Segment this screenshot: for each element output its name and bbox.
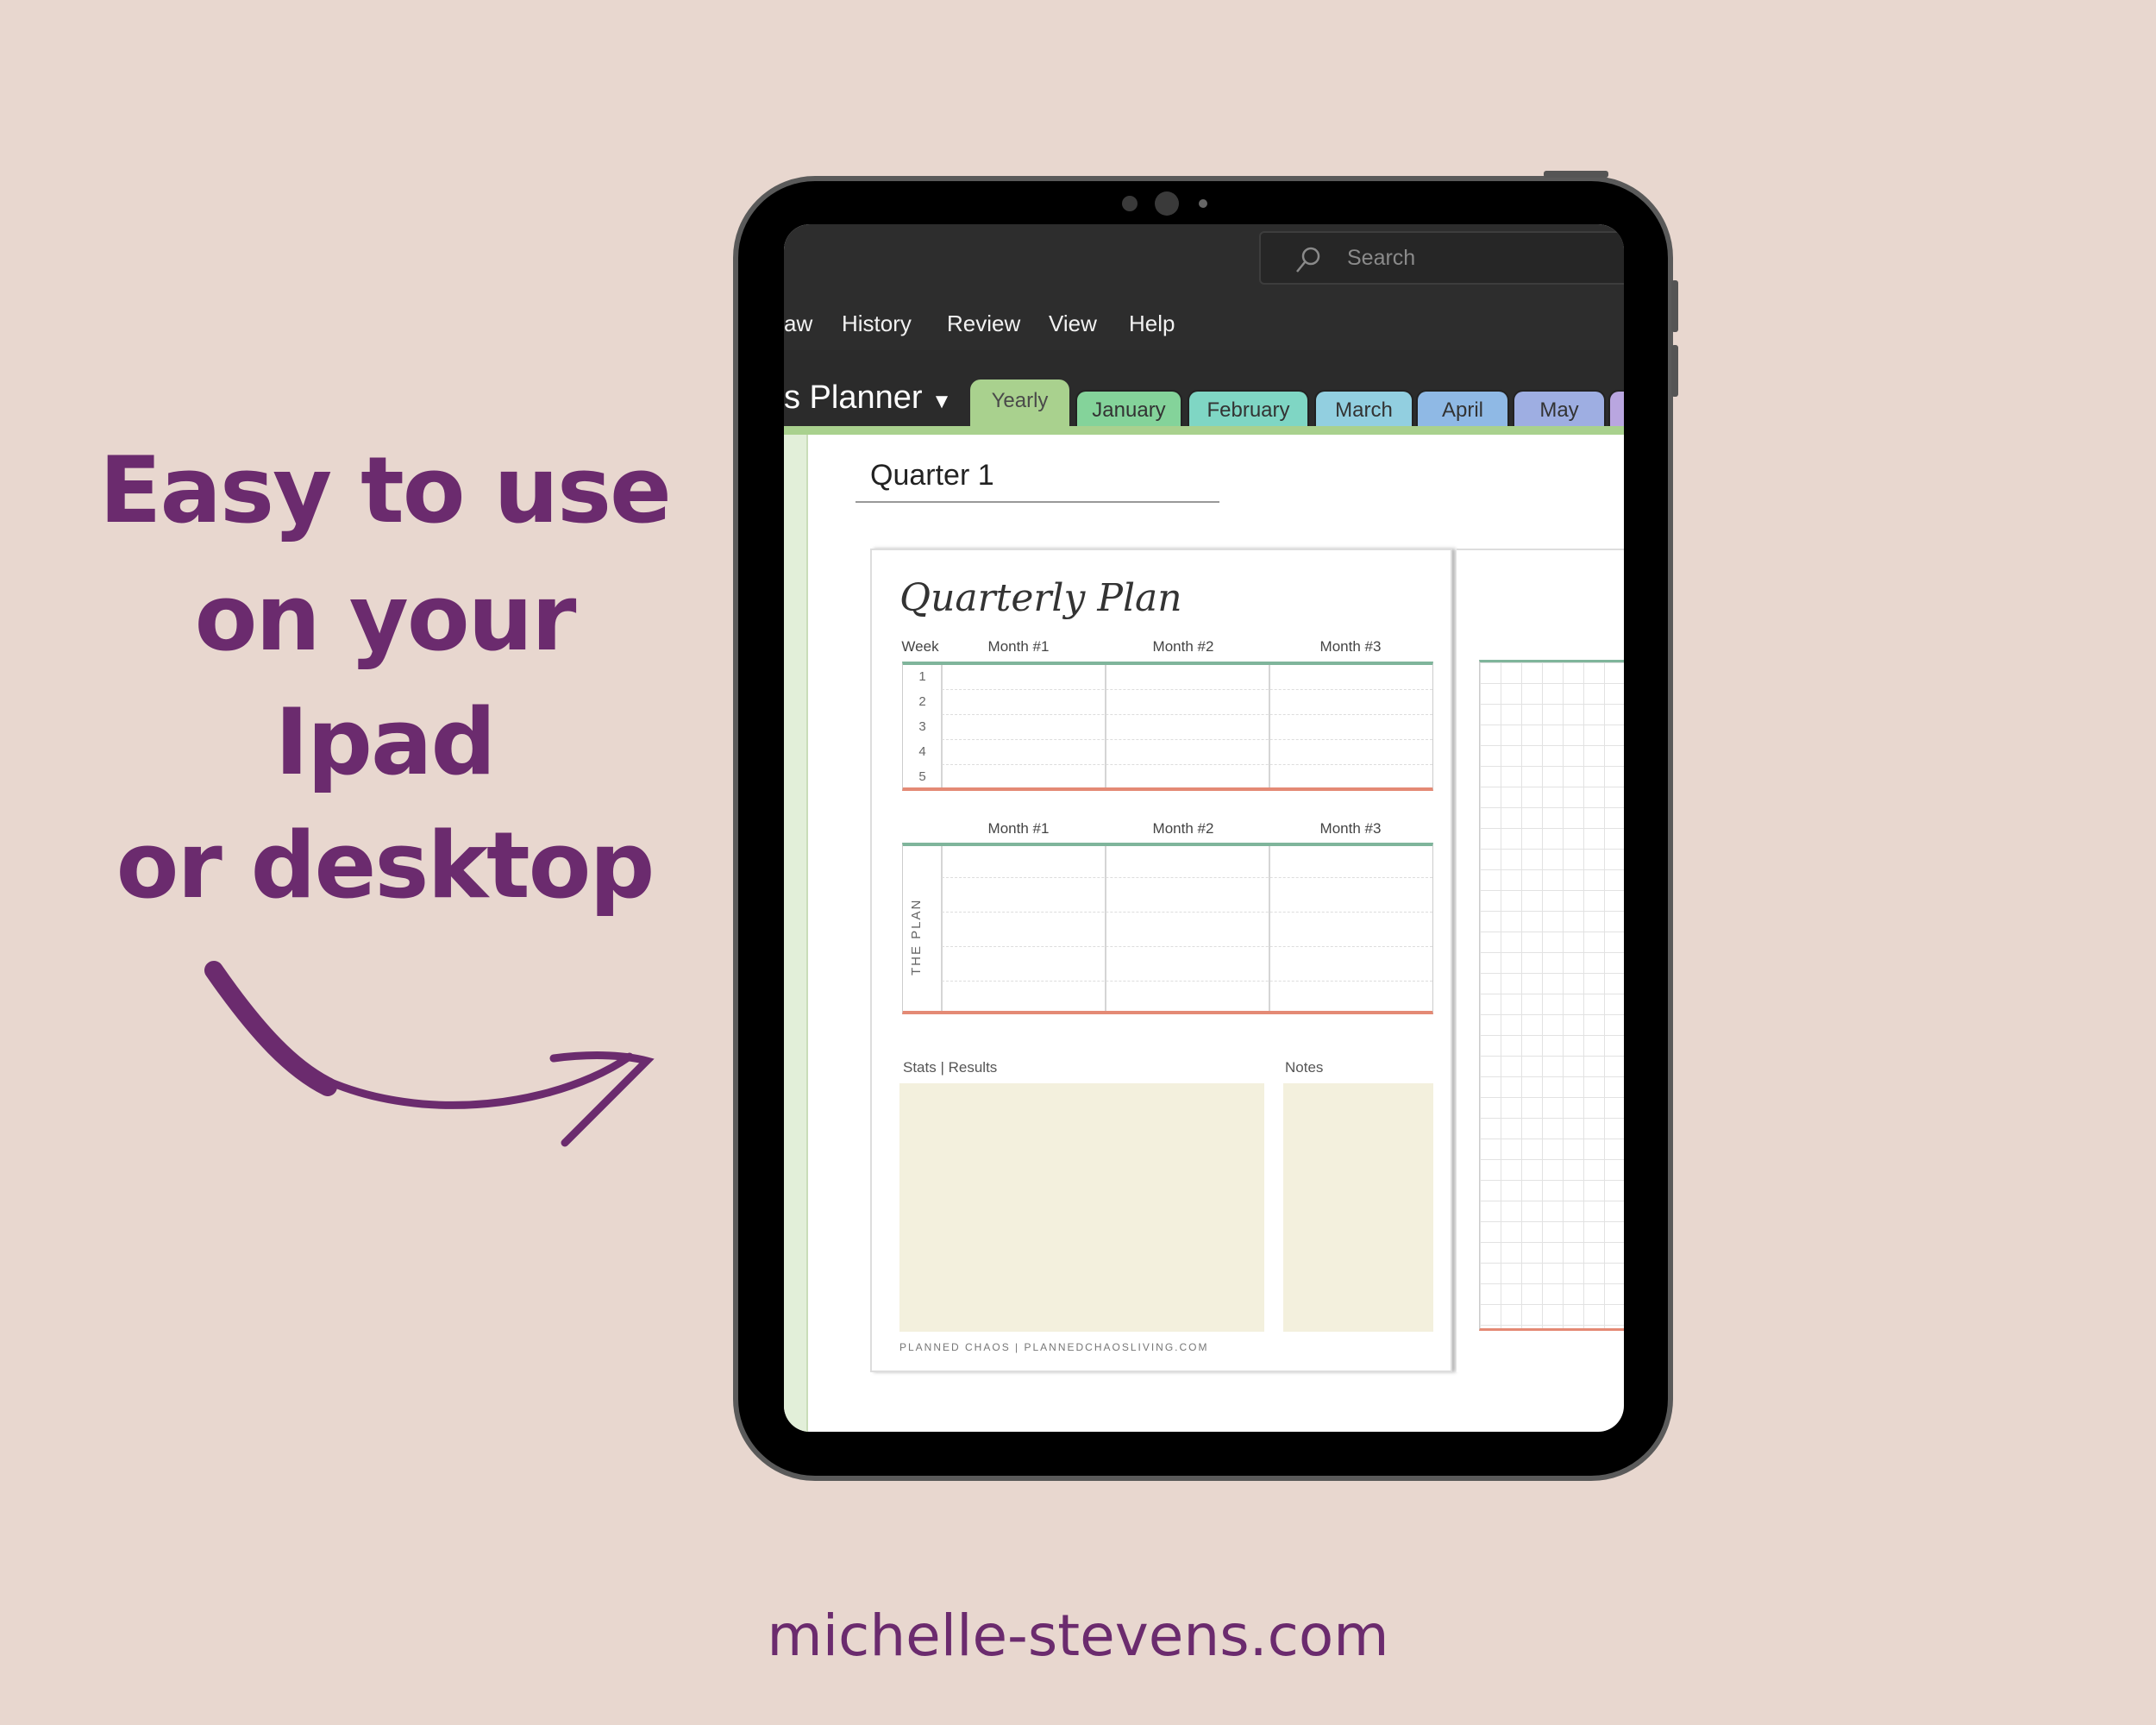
weekly-table: 1 2 3 4 5 (902, 662, 1433, 791)
stats-box[interactable] (899, 1083, 1264, 1332)
planner-footer: PLANNED CHAOS | PLANNEDCHAOSLIVING.COM (899, 1341, 1209, 1353)
notes-label: Notes (1285, 1059, 1324, 1076)
plan-label: THE PLAN (909, 898, 924, 975)
plan-month-header-2: Month #2 (1152, 820, 1214, 837)
search-icon (1296, 247, 1320, 273)
menu-help[interactable]: Help (1129, 310, 1175, 337)
grid-notes-area (1479, 660, 1624, 1331)
chevron-down-icon: ▼ (931, 390, 952, 413)
tab-february[interactable]: February (1188, 390, 1309, 426)
search-placeholder: Search (1347, 246, 1416, 270)
notebook-selector[interactable]: s Planner ▼ (784, 380, 952, 417)
menu-view[interactable]: View (1049, 310, 1097, 337)
week-header: Week (901, 638, 939, 655)
title-underline (856, 501, 1219, 503)
tab-april[interactable]: April (1416, 390, 1509, 426)
week-number: 1 (918, 669, 926, 684)
week-number: 4 (918, 744, 926, 759)
promo-line-2: on your (194, 565, 577, 671)
week-number: 3 (918, 719, 926, 734)
plan-table: THE PLAN (902, 843, 1433, 1014)
tablet-top-button (1544, 171, 1608, 178)
tab-more[interactable] (1608, 390, 1624, 426)
month-header-3: Month #3 (1319, 638, 1382, 655)
plan-month-header-3: Month #3 (1319, 820, 1382, 837)
search-input[interactable]: Search (1259, 231, 1624, 285)
promo-line-3: Ipad (274, 689, 497, 795)
arrow-icon (204, 961, 655, 1147)
notes-box[interactable] (1283, 1083, 1433, 1332)
tab-yearly[interactable]: Yearly (970, 380, 1069, 426)
sensor-icon (1122, 196, 1138, 211)
menu-history[interactable]: History (842, 310, 912, 337)
stats-label: Stats | Results (903, 1059, 998, 1076)
menu-draw[interactable]: aw (784, 310, 812, 337)
planner-page: Quarterly Plan Week Month #1 Month #2 Mo… (870, 549, 1452, 1372)
camera-icon (1155, 191, 1179, 216)
tablet-volume-up (1671, 280, 1678, 332)
month-header-1: Month #1 (987, 638, 1050, 655)
planner-title: Quarterly Plan (899, 576, 1182, 620)
week-number: 5 (918, 769, 926, 784)
month-header-2: Month #2 (1152, 638, 1214, 655)
page-title[interactable]: Quarter 1 (870, 459, 994, 492)
light-sensor-icon (1199, 199, 1207, 208)
menu-review[interactable]: Review (947, 310, 1020, 337)
plan-month-header-1: Month #1 (987, 820, 1050, 837)
promo-line-4: or desktop (116, 812, 655, 919)
website-url: michelle-stevens.com (767, 1603, 1389, 1669)
notebook-name: s Planner (784, 380, 923, 416)
week-number: 2 (918, 694, 926, 709)
tab-may[interactable]: May (1513, 390, 1606, 426)
promo-line-1: Easy to use (99, 437, 672, 543)
app-screen: Search aw History Review View Help s Pla… (784, 224, 1624, 1432)
tab-march[interactable]: March (1314, 390, 1413, 426)
tab-january[interactable]: January (1075, 390, 1182, 426)
section-color-strip (784, 426, 1624, 435)
page-list-sidebar[interactable] (784, 435, 808, 1432)
tablet-volume-down (1671, 345, 1678, 397)
